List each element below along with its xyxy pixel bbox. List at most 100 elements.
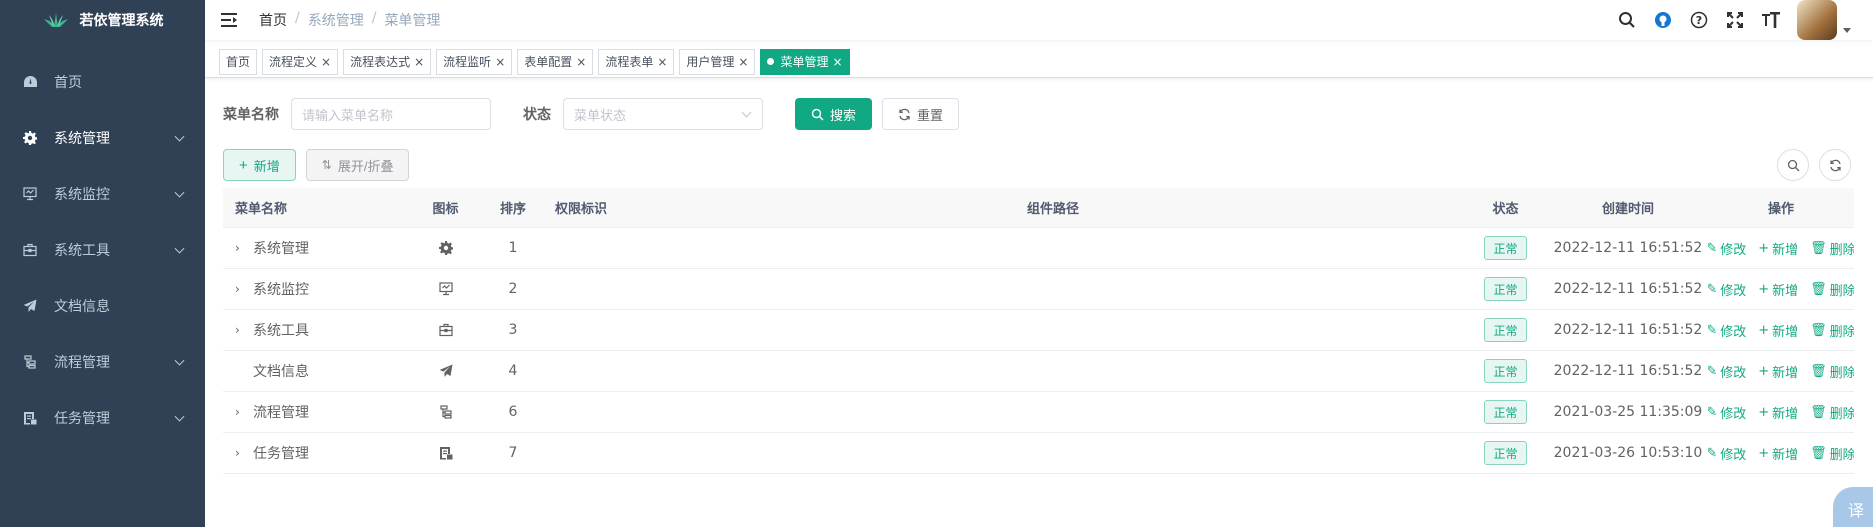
chevron-down-icon bbox=[174, 243, 185, 254]
font-size-icon[interactable] bbox=[1761, 10, 1781, 30]
tag-2[interactable]: 流程表达式 × bbox=[343, 48, 432, 75]
fullscreen-icon[interactable] bbox=[1725, 10, 1745, 30]
edit-button[interactable]: ✎ 修改 bbox=[1708, 403, 1746, 422]
menu-name: 任务管理 bbox=[253, 446, 309, 462]
menu-name: 系统工具 bbox=[253, 323, 309, 339]
close-icon[interactable]: × bbox=[321, 50, 331, 74]
table-row: › 任务管理 7 正常 2021-03-26 10:53:10 ✎ 修改 + 新增 … bbox=[223, 433, 1854, 474]
search-icon[interactable] bbox=[1617, 10, 1637, 30]
tag-5[interactable]: 流程表单 × bbox=[598, 48, 675, 75]
chevron-right-icon[interactable]: › bbox=[235, 282, 253, 296]
sidebar-item-3[interactable]: 系统工具 bbox=[0, 222, 205, 278]
expand-collapse-button[interactable]: ⇅ 展开/折叠 bbox=[305, 149, 410, 181]
add-child-button[interactable]: + 新增 bbox=[1758, 239, 1798, 258]
toggle-search-button[interactable] bbox=[1777, 149, 1809, 181]
cell-order: 1 bbox=[508, 240, 518, 256]
delete-button[interactable]: 🗑 删除 bbox=[1810, 444, 1854, 463]
tag-7[interactable]: 菜单管理 × bbox=[760, 48, 850, 75]
tag-6[interactable]: 用户管理 × bbox=[679, 48, 756, 75]
status-badge: 正常 bbox=[1484, 277, 1527, 301]
add-child-button[interactable]: + 新增 bbox=[1758, 444, 1798, 463]
breadcrumb-home[interactable]: 首页 bbox=[259, 10, 287, 30]
add-child-button[interactable]: + 新增 bbox=[1758, 403, 1798, 422]
edit-icon: ✎ bbox=[1708, 363, 1718, 379]
close-icon[interactable]: × bbox=[576, 50, 586, 74]
close-icon[interactable]: × bbox=[833, 50, 843, 74]
add-label: 新增 bbox=[1772, 324, 1799, 340]
cell-actions: ✎ 修改 + 新增 🗑 删除 bbox=[1708, 444, 1854, 463]
app-logo[interactable]: 若依管理系统 bbox=[0, 0, 205, 40]
edit-button[interactable]: ✎ 修改 bbox=[1708, 239, 1746, 258]
hamburger-icon[interactable] bbox=[221, 13, 237, 27]
tag-0[interactable]: 首页 bbox=[219, 48, 258, 75]
sidebar-item-5[interactable]: 流程管理 bbox=[0, 334, 205, 390]
edit-button[interactable]: ✎ 修改 bbox=[1708, 321, 1746, 340]
plus-icon: + bbox=[1758, 363, 1770, 379]
sidebar-item-0[interactable]: 首页 bbox=[0, 54, 205, 110]
search-form: 菜单名称 请输入菜单名称 状态 菜单状态 搜索 重置 bbox=[223, 98, 960, 130]
translate-button[interactable]: 译 bbox=[1833, 487, 1873, 527]
edit-button[interactable]: ✎ 修改 bbox=[1708, 280, 1746, 299]
tag-3[interactable]: 流程监听 × bbox=[436, 48, 513, 75]
table-row: 文档信息 4 正常 2022-12-11 16:51:52 ✎ 修改 + 新增 🗑 删… bbox=[223, 351, 1854, 392]
add-child-button[interactable]: + 新增 bbox=[1758, 362, 1798, 381]
chevron-down-icon bbox=[174, 411, 185, 422]
breadcrumb-current: 菜单管理 bbox=[384, 13, 441, 29]
top-navbar: 首页 / 系统管理 / 菜单管理 ? bbox=[205, 0, 1873, 40]
caret-down-icon[interactable] bbox=[1843, 27, 1851, 33]
avatar[interactable] bbox=[1797, 0, 1837, 40]
add-child-button[interactable]: + 新增 bbox=[1758, 280, 1798, 299]
cell-actions: ✎ 修改 + 新增 🗑 删除 bbox=[1708, 239, 1854, 258]
app-title: 若依管理系统 bbox=[79, 13, 164, 29]
delete-button[interactable]: 🗑 删除 bbox=[1810, 280, 1854, 299]
search-button[interactable]: 搜索 bbox=[795, 98, 873, 130]
menu-name: 流程管理 bbox=[253, 405, 309, 421]
refresh-icon bbox=[1829, 159, 1841, 171]
delete-button[interactable]: 🗑 删除 bbox=[1810, 403, 1854, 422]
refresh-button[interactable] bbox=[1819, 149, 1851, 181]
tag-label: 首页 bbox=[226, 54, 251, 69]
delete-label: 删除 bbox=[1829, 242, 1854, 258]
chevron-right-icon[interactable]: › bbox=[235, 405, 253, 419]
add-label: 新增 bbox=[1772, 406, 1799, 422]
sidebar-item-1[interactable]: 系统管理 bbox=[0, 110, 205, 166]
flow-icon bbox=[439, 405, 453, 419]
col-header-component: 组件路径 bbox=[1026, 202, 1079, 217]
status-select[interactable]: 菜单状态 bbox=[563, 98, 763, 130]
close-icon[interactable]: × bbox=[738, 50, 748, 74]
cell-created: 2022-12-11 16:51:52 bbox=[1553, 363, 1703, 379]
add-child-button[interactable]: + 新增 bbox=[1758, 321, 1798, 340]
close-icon[interactable]: × bbox=[657, 50, 667, 74]
sidebar-menu: 首页 系统管理 系统监控 系统工具 文档信息 流程管理 任务管理 bbox=[0, 54, 205, 446]
github-icon[interactable] bbox=[1653, 10, 1673, 30]
reset-button[interactable]: 重置 bbox=[882, 98, 960, 130]
edit-button[interactable]: ✎ 修改 bbox=[1708, 444, 1746, 463]
plus-icon: + bbox=[1758, 322, 1770, 338]
chevron-right-icon[interactable]: › bbox=[235, 241, 253, 255]
sidebar-item-label: 系统监控 bbox=[54, 187, 110, 203]
table-row: › 系统工具 3 正常 2022-12-11 16:51:52 ✎ 修改 + 新增 … bbox=[223, 310, 1854, 351]
tag-4[interactable]: 表单配置 × bbox=[517, 48, 594, 75]
sidebar-item-label: 流程管理 bbox=[54, 355, 110, 371]
add-button[interactable]: + 新增 bbox=[223, 149, 296, 181]
close-icon[interactable]: × bbox=[495, 50, 505, 74]
tag-label: 流程表单 bbox=[605, 54, 654, 69]
help-icon[interactable]: ? bbox=[1689, 10, 1709, 30]
cell-actions: ✎ 修改 + 新增 🗑 删除 bbox=[1708, 362, 1854, 381]
monitor-icon bbox=[438, 282, 453, 296]
sidebar-item-2[interactable]: 系统监控 bbox=[0, 166, 205, 222]
menu-name-input[interactable]: 请输入菜单名称 bbox=[291, 98, 491, 130]
chevron-right-icon[interactable]: › bbox=[235, 446, 253, 460]
delete-button[interactable]: 🗑 删除 bbox=[1810, 362, 1854, 381]
delete-button[interactable]: 🗑 删除 bbox=[1810, 239, 1854, 258]
chevron-down-icon bbox=[174, 131, 185, 142]
delete-button[interactable]: 🗑 删除 bbox=[1810, 321, 1854, 340]
paper-plane-icon bbox=[439, 364, 453, 378]
edit-button[interactable]: ✎ 修改 bbox=[1708, 362, 1746, 381]
sidebar-item-4[interactable]: 文档信息 bbox=[0, 278, 205, 334]
chevron-right-icon[interactable]: › bbox=[235, 323, 253, 337]
status-badge: 正常 bbox=[1484, 441, 1527, 465]
tag-1[interactable]: 流程定义 × bbox=[262, 48, 339, 75]
close-icon[interactable]: × bbox=[414, 50, 424, 74]
sidebar-item-6[interactable]: 任务管理 bbox=[0, 390, 205, 446]
